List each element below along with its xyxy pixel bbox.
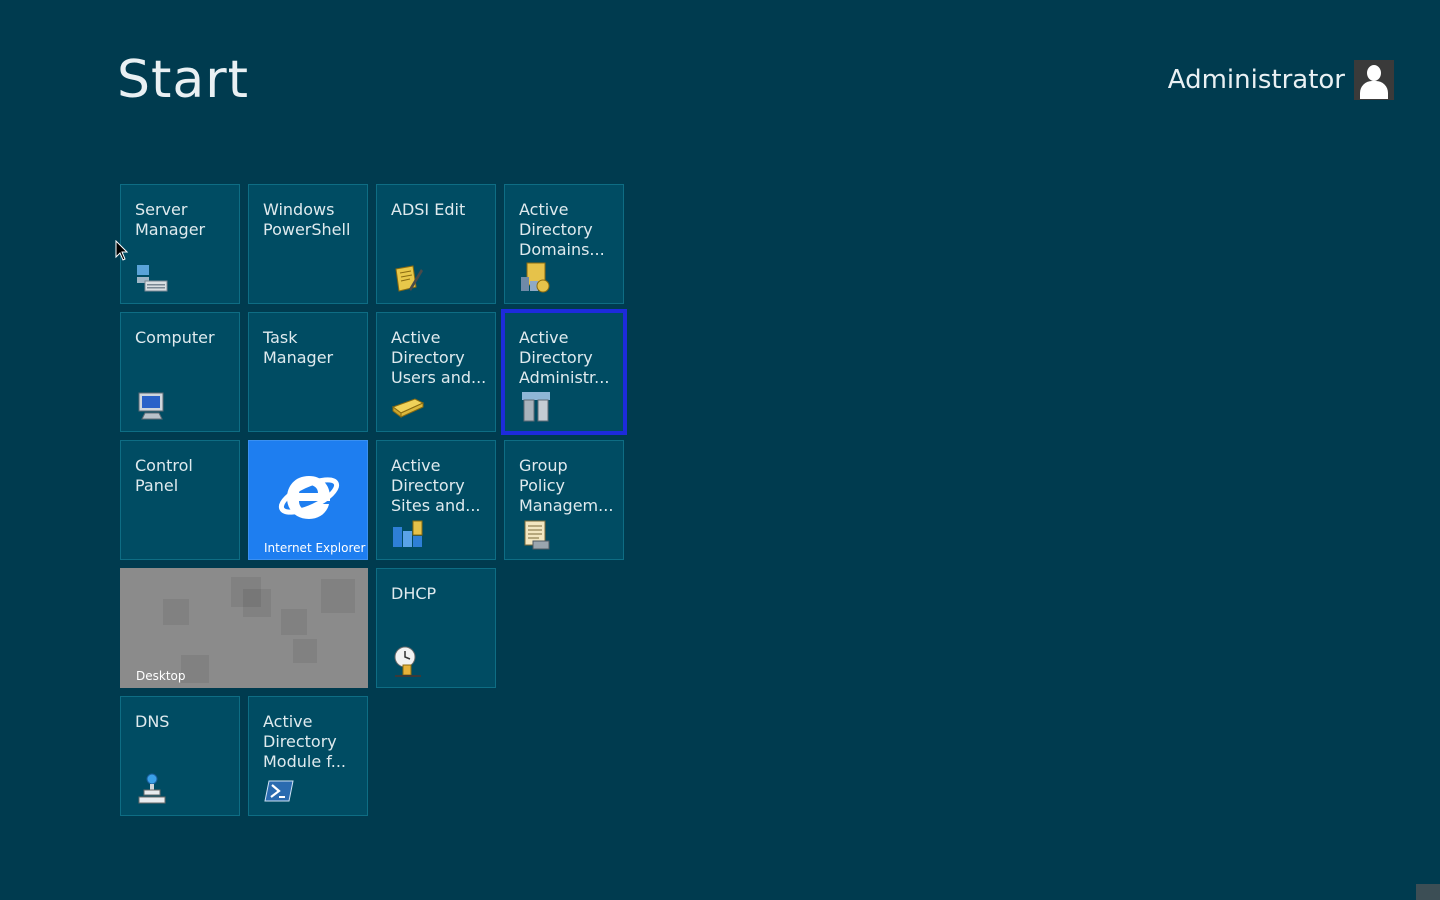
internet-explorer-icon xyxy=(278,476,340,519)
server-manager-icon xyxy=(137,265,168,292)
tile-label: ADSI Edit xyxy=(391,200,466,219)
tile-label: DNS xyxy=(135,712,170,731)
group-policy-icon xyxy=(524,520,550,550)
tile-active-directory-domains[interactable]: Active Directory Domains... xyxy=(504,184,624,304)
input-indicator-icon[interactable] xyxy=(1416,884,1440,900)
tile-label: Active Directory Sites and... xyxy=(391,456,481,515)
tile-adsi-edit[interactable]: ADSI Edit xyxy=(376,184,496,304)
tile-label: Server Manager xyxy=(135,200,206,239)
ad-sites-icon xyxy=(393,520,423,547)
avatar[interactable] xyxy=(1354,60,1394,100)
tile-label: Computer xyxy=(135,328,215,347)
tile-label: Group Policy Managem... xyxy=(519,456,614,515)
tile-task-manager[interactable]: Task Manager xyxy=(248,312,368,432)
tile-internet-explorer[interactable]: Internet Explorer xyxy=(248,440,368,560)
page-title: Start xyxy=(117,50,250,110)
tile-dhcp[interactable]: DHCP xyxy=(376,568,496,688)
user-name: Administrator xyxy=(1167,65,1345,95)
tile-server-manager[interactable]: Server Manager xyxy=(120,184,240,304)
ad-admin-center-icon xyxy=(522,392,550,422)
tile-computer[interactable]: Computer xyxy=(120,312,240,432)
tile-control-panel[interactable]: Control Panel xyxy=(120,440,240,560)
tile-label: Active Directory Users and... xyxy=(391,328,487,387)
tile-label: DHCP xyxy=(391,584,437,603)
tile-dns[interactable]: DNS xyxy=(120,696,240,816)
tile-windows-powershell[interactable]: Windows PowerShell xyxy=(248,184,368,304)
ad-domains-icon xyxy=(521,262,550,293)
tile-active-directory-sites[interactable]: Active Directory Sites and... xyxy=(376,440,496,560)
tile-desktop[interactable]: Desktop xyxy=(120,568,368,688)
adsi-edit-icon xyxy=(395,265,423,292)
tile-label: Windows PowerShell xyxy=(263,200,351,239)
tile-group-policy-management[interactable]: Group Policy Managem... xyxy=(504,440,624,560)
tile-label: Desktop xyxy=(136,669,186,683)
tile-label: Internet Explorer xyxy=(264,541,366,555)
tile-active-directory-admin-center[interactable]: Active Directory Administr... xyxy=(501,309,627,435)
powershell-icon xyxy=(264,780,294,802)
tile-label: Active Directory Module f... xyxy=(263,712,346,771)
tile-label: Active Directory Domains... xyxy=(519,200,605,259)
ad-users-icon xyxy=(391,398,425,418)
tile-active-directory-users[interactable]: Active Directory Users and... xyxy=(376,312,496,432)
tile-label: Task Manager xyxy=(263,328,334,367)
dhcp-icon xyxy=(394,646,421,677)
computer-icon xyxy=(138,392,164,420)
user-account[interactable]: Administrator xyxy=(1168,60,1394,100)
tile-label: Control Panel xyxy=(135,456,193,495)
dns-icon xyxy=(138,773,166,804)
tile-label: Active Directory Administr... xyxy=(519,328,610,387)
tile-active-directory-module[interactable]: Active Directory Module f... xyxy=(248,696,368,816)
mouse-cursor-icon xyxy=(115,240,129,261)
